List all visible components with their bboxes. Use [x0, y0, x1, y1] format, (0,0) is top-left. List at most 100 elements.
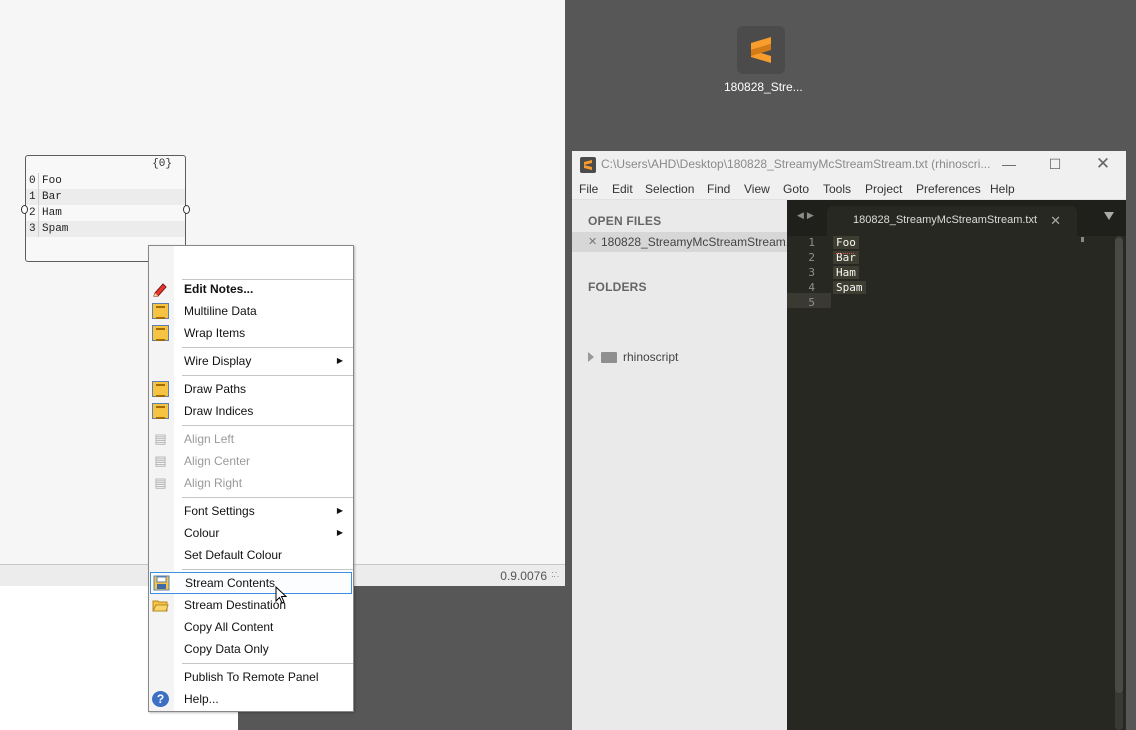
open-file-label: 180828_StreamyMcStreamStream.txt: [601, 235, 787, 249]
menu-item-edit-notes[interactable]: Edit Notes...: [149, 278, 353, 300]
menu-item-draw-paths[interactable]: Draw Paths: [149, 378, 353, 400]
menu-item-label: Stream Contents: [185, 576, 276, 590]
menu-item-help[interactable]: ? Help...: [149, 688, 353, 710]
menu-item-copy-data-only[interactable]: Copy Data Only: [149, 638, 353, 660]
folder-label: rhinoscript: [623, 350, 679, 364]
menu-bar: File Edit Selection Find View Goto Tools…: [572, 178, 1126, 200]
menu-item-label: Draw Paths: [184, 382, 247, 396]
menu-item-label: Edit Notes...: [184, 282, 254, 296]
menu-item-align-left[interactable]: ▤ Align Left: [149, 428, 353, 450]
sublime-app-icon: [580, 157, 596, 173]
menu-item-align-right[interactable]: ▤ Align Right: [149, 472, 353, 494]
desktop-file-label: 180828_Stre...: [724, 80, 803, 94]
panel-row: 1 Bar: [26, 189, 185, 205]
menu-item-label: Set Default Colour: [184, 548, 283, 562]
mouse-cursor-icon: [275, 585, 289, 606]
tab-dropdown-icon[interactable]: [1104, 212, 1114, 220]
menu-item-wire-display[interactable]: Wire Display ▶: [149, 350, 353, 372]
menu-item-label: Multiline Data: [184, 304, 257, 318]
sublime-file-icon: [737, 26, 785, 74]
menu-preferences[interactable]: Preferences: [916, 182, 981, 196]
menu-separator: [182, 497, 353, 498]
panel-rows: 0 Foo 1 Bar 2 Ham 3 Spam: [26, 173, 185, 237]
tab-bar: ◀▶ 180828_StreamyMcStreamStream.txt ✕: [787, 200, 1126, 236]
panel-row-value: Foo: [38, 173, 185, 189]
align-center-icon: ▤: [154, 453, 167, 468]
menu-file[interactable]: File: [579, 182, 598, 196]
draw-indices-icon: [152, 403, 169, 419]
code-line: Ham: [833, 266, 859, 279]
menu-item-stream-destination[interactable]: Stream Destination: [149, 594, 353, 616]
resize-grip-icon[interactable]: · · ·· ·: [551, 568, 561, 582]
draw-paths-icon: [152, 381, 169, 397]
tab-nav-arrows-icon[interactable]: ◀▶: [797, 210, 817, 221]
close-file-icon[interactable]: ✕: [588, 235, 597, 248]
minimap[interactable]: [1081, 237, 1084, 242]
menu-view[interactable]: View: [744, 182, 770, 196]
menu-item-label: Help...: [184, 692, 219, 706]
menu-item-label: Wire Display: [184, 354, 252, 368]
folder-open-icon: [152, 597, 169, 613]
output-grip[interactable]: [183, 205, 190, 214]
wrap-items-icon: [152, 325, 169, 341]
minimize-icon[interactable]: —: [986, 151, 1032, 178]
window-title: C:\Users\AHD\Desktop\180828_StreamyMcStr…: [601, 157, 991, 171]
menu-item-colour[interactable]: Colour ▶: [149, 522, 353, 544]
code-line: Foo: [833, 236, 859, 249]
menu-help[interactable]: Help: [990, 182, 1015, 196]
menu-item-multiline-data[interactable]: Multiline Data: [149, 300, 353, 322]
menu-item-font-settings[interactable]: Font Settings ▶: [149, 500, 353, 522]
code-line: Spam: [833, 281, 866, 294]
pencil-icon: [152, 281, 169, 297]
scrollbar-thumb[interactable]: [1115, 238, 1123, 693]
tab-close-icon[interactable]: ✕: [1050, 213, 1061, 229]
panel-path-label: {0}: [152, 158, 172, 170]
align-left-icon: ▤: [154, 431, 167, 446]
menu-separator: [182, 569, 353, 570]
submenu-arrow-icon: ▶: [336, 506, 343, 515]
title-bar[interactable]: C:\Users\AHD\Desktop\180828_StreamyMcStr…: [572, 151, 1126, 178]
panel-row: 2 Ham: [26, 205, 185, 221]
tab-active-file[interactable]: 180828_StreamyMcStreamStream.txt ✕: [827, 206, 1077, 236]
menu-item-publish-remote-panel[interactable]: Publish To Remote Panel: [149, 666, 353, 688]
open-files-heading: OPEN FILES: [588, 214, 662, 228]
menu-item-label: Copy All Content: [184, 620, 274, 634]
menu-edit[interactable]: Edit: [612, 182, 633, 196]
spellcheck-underline: [836, 252, 854, 254]
menu-project[interactable]: Project: [865, 182, 902, 196]
tab-label: 180828_StreamyMcStreamStream.txt: [853, 214, 1038, 226]
menu-item-label: Align Center: [184, 454, 251, 468]
desktop-file-icon[interactable]: 180828_Stre...: [724, 26, 803, 94]
menu-item-wrap-items[interactable]: Wrap Items: [149, 322, 353, 344]
expand-arrow-icon[interactable]: [588, 352, 594, 362]
menu-separator: [182, 375, 353, 376]
menu-item-stream-contents[interactable]: Stream Contents: [150, 572, 352, 594]
sublime-window: C:\Users\AHD\Desktop\180828_StreamyMcStr…: [572, 151, 1126, 730]
version-label: 0.9.0076: [500, 569, 547, 583]
close-icon[interactable]: ✕: [1080, 151, 1126, 178]
menu-item-label: Draw Indices: [184, 404, 254, 418]
menu-item-copy-all-content[interactable]: Copy All Content: [149, 616, 353, 638]
menu-item-label: Colour: [184, 526, 220, 540]
panel-row-value: Ham: [38, 205, 185, 221]
line-number: 5: [808, 296, 815, 309]
menu-item-align-center[interactable]: ▤ Align Center: [149, 450, 353, 472]
line-number: 3: [808, 266, 815, 279]
menu-item-draw-indices[interactable]: Draw Indices: [149, 400, 353, 422]
menu-item-label: Copy Data Only: [184, 642, 269, 656]
maximize-icon[interactable]: ☐: [1032, 151, 1078, 178]
input-grip[interactable]: [21, 205, 28, 214]
open-file-item[interactable]: ✕ 180828_StreamyMcStreamStream.txt: [572, 232, 787, 252]
panel-row-value: Bar: [38, 189, 185, 205]
panel-row: 3 Spam: [26, 221, 185, 237]
menu-goto[interactable]: Goto: [783, 182, 809, 196]
menu-item-set-default-colour[interactable]: Set Default Colour: [149, 544, 353, 566]
panel-row-index: 1: [29, 191, 36, 203]
panel-row-value: Spam: [38, 221, 185, 237]
code-editor[interactable]: 1 2 3 4 5 Foo Bar Ham Spam: [787, 236, 1126, 730]
menu-tools[interactable]: Tools: [823, 182, 851, 196]
menu-find[interactable]: Find: [707, 182, 730, 196]
menu-item-label: Wrap Items: [184, 326, 246, 340]
menu-item-label: Align Left: [184, 432, 235, 446]
menu-selection[interactable]: Selection: [645, 182, 694, 196]
